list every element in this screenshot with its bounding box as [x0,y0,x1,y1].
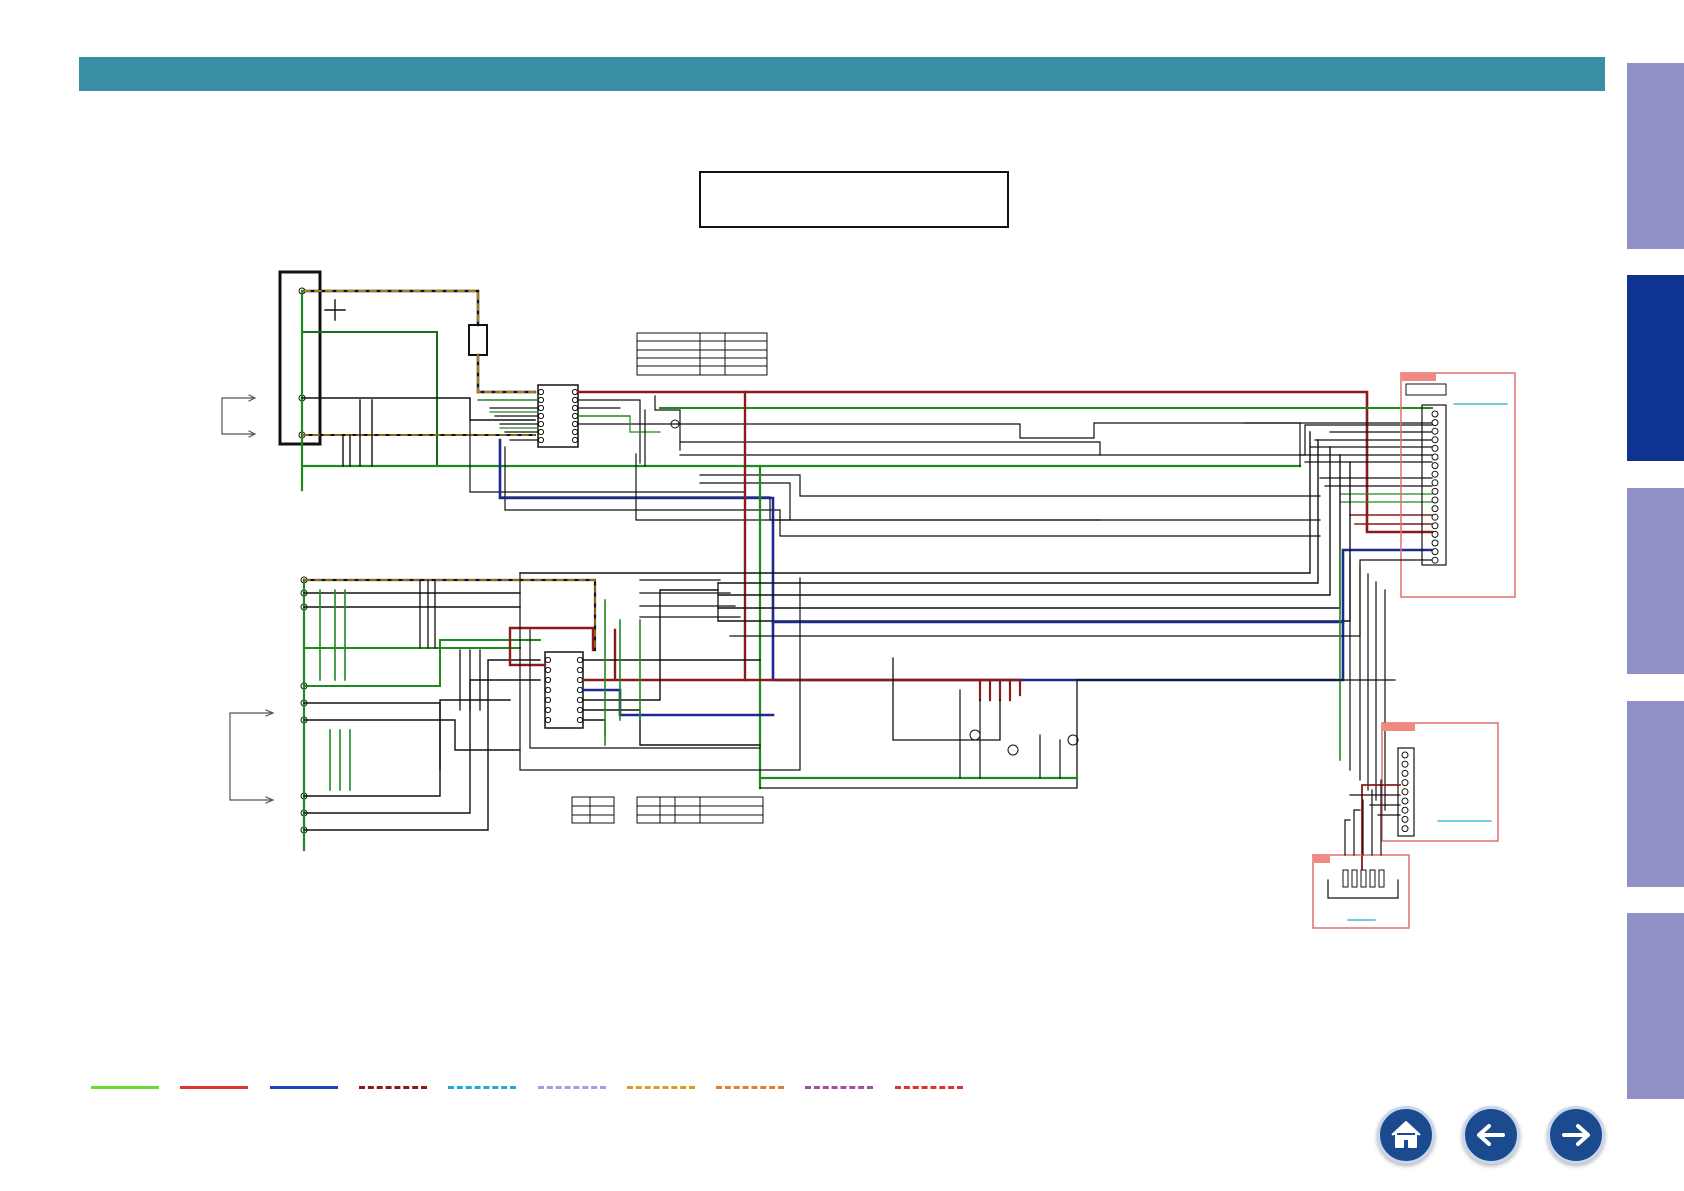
connector-right-lower [1381,722,1499,842]
connector-pin [1431,419,1439,427]
connector-pin [1401,797,1409,805]
arrow-left-icon [1477,1124,1505,1146]
connector-pin [1401,815,1409,823]
connector-pin [1401,779,1409,787]
legend-line-9 [805,1086,873,1089]
connector-pin [1401,806,1409,814]
connector-right-main [1400,372,1516,598]
connector-pin [1401,788,1409,796]
connector-pin [1431,410,1439,418]
connector-pin [1401,825,1409,833]
connector-pin [1431,470,1439,478]
legend-line-6 [538,1086,606,1089]
connector-pin [1431,505,1439,513]
connector-pin [1431,556,1439,564]
legend-line-1 [91,1086,159,1089]
connector-pin [1431,496,1439,504]
connector-pin [1431,462,1439,470]
connector-pin [1431,513,1439,521]
legend-line-4 [359,1086,427,1089]
schematic-diagram [221,270,1516,929]
connector-pin [1401,760,1409,768]
arrow-right-icon [1562,1124,1590,1146]
home-icon [1391,1121,1421,1148]
connector-pin [1431,530,1439,538]
legend-line-10 [895,1086,963,1089]
home-button[interactable] [1377,1106,1435,1164]
connector-pin [1431,539,1439,547]
connector-pin [1401,751,1409,759]
legend-line-2 [180,1086,248,1089]
legend-line-3 [270,1086,338,1089]
connector-pin [1431,522,1439,530]
connector-pin [1401,769,1409,777]
connector-pin [1431,444,1439,452]
back-button[interactable] [1462,1106,1520,1164]
connector-pin [1431,427,1439,435]
connector-pin [1431,487,1439,495]
connector-pin [1431,479,1439,487]
legend-line-7 [627,1086,695,1089]
connector-pin [1431,453,1439,461]
connector-pin [1431,436,1439,444]
legend-line-8 [716,1086,784,1089]
connector-pin [1431,548,1439,556]
legend-line-5 [448,1086,516,1089]
forward-button[interactable] [1547,1106,1605,1164]
input-connector-top [278,270,322,446]
